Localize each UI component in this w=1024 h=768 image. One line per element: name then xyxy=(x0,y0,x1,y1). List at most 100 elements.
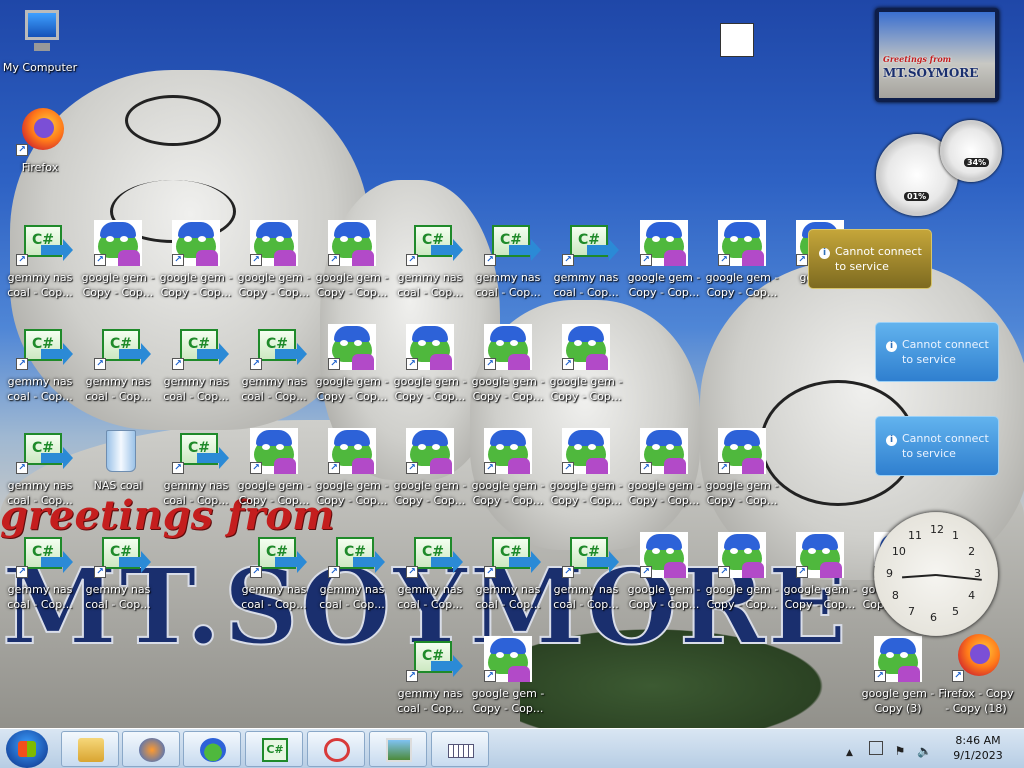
folder-icon xyxy=(78,738,104,762)
csharp-app-icon: C# ↗ xyxy=(15,322,73,372)
desktop-icon[interactable]: ↗ google gem - Copy - Cop... xyxy=(468,634,548,728)
flag-icon[interactable]: ⚑ xyxy=(895,744,906,758)
desktop-icon-label: gemmy nas coal - Cop... xyxy=(163,375,229,403)
desktop-icon-label: gemmy nas coal - Cop... xyxy=(7,375,73,403)
pepe-icon: ↗ xyxy=(795,530,845,580)
desktop-icon[interactable]: ↗ google gem - Copy - Cop... xyxy=(78,218,158,318)
csharp-app-icon: C# ↗ xyxy=(171,322,229,372)
desktop-icon[interactable]: ↗ google gem - Copy - Cop... xyxy=(780,530,860,630)
desktop-icon[interactable]: C# ↗ gemmy nas coal - Cop... xyxy=(390,218,470,318)
desktop-icon[interactable]: ↗ google gem - Copy - Cop... xyxy=(234,426,314,526)
taskbar-button-media-player[interactable] xyxy=(122,731,180,767)
desktop-icon[interactable]: ↗ google gem - Copy (3) xyxy=(858,634,938,728)
desktop-icon[interactable]: ↗ Firefox - Copy - Copy (18) xyxy=(936,634,1016,728)
desktop-icon-label: google gem - Copy - Cop... xyxy=(315,375,389,403)
desktop-icon[interactable]: My Computer xyxy=(0,8,80,108)
desktop-icon[interactable]: C# ↗ gemmy nas coal - Cop... xyxy=(390,530,470,630)
desktop-icon[interactable]: ↗ google gem - Copy - Cop... xyxy=(702,218,782,318)
desktop-icon[interactable]: ↗ google gem - Copy - Cop... xyxy=(624,530,704,630)
desktop-icon[interactable]: C# ↗ gemmy nas coal - Cop... xyxy=(546,218,626,318)
desktop-icon[interactable] xyxy=(695,18,775,118)
desktop-icon[interactable]: C# ↗ gemmy nas coal - Cop... xyxy=(468,530,548,630)
desktop-icon[interactable]: ↗ google gem - Copy - Cop... xyxy=(468,322,548,422)
desktop-icon[interactable]: ↗ google gem - Copy - Cop... xyxy=(546,426,626,526)
csharp-app-icon: C# ↗ xyxy=(249,530,307,580)
pepe-icon xyxy=(200,738,226,762)
taskbar-button-file-explorer[interactable] xyxy=(61,731,119,767)
desktop-icon[interactable]: ↗ google gem - Copy - Cop... xyxy=(624,218,704,318)
desktop-icon[interactable]: ↗ google gem - Copy - Cop... xyxy=(312,322,392,422)
desktop-icon-label: g xyxy=(1014,686,1024,701)
desktop-icon-label: NAS coal xyxy=(93,479,143,492)
show-hidden-icons-button[interactable]: ▲ xyxy=(846,748,853,758)
scissors-icon xyxy=(324,738,350,762)
pepe-icon: ↗ xyxy=(249,426,299,476)
desktop-icon[interactable]: ↗ Firefox xyxy=(0,108,80,208)
desktop-icon-label: google gem - Copy - Cop... xyxy=(315,271,389,299)
desktop-icon[interactable]: C# ↗ gemmy nas coal - Cop... xyxy=(78,530,158,630)
desktop-icon-label: google gem - Copy - Cop... xyxy=(81,271,155,299)
desktop-icon-label: gemmy nas coal - Cop... xyxy=(163,479,229,507)
desktop-icon[interactable]: ↗ google gem - Copy - Cop... xyxy=(624,426,704,526)
pepe-icon: ↗ xyxy=(483,322,533,372)
taskbar-button-csharp-app[interactable]: C# xyxy=(245,731,303,767)
desktop-icon[interactable]: C# ↗ gemmy nas coal - Cop... xyxy=(78,322,158,422)
csharp-app-icon: C# ↗ xyxy=(483,530,541,580)
taskbar-button-keyboard[interactable] xyxy=(431,731,489,767)
desktop-icon[interactable]: C# ↗ gemmy nas coal - Cop... xyxy=(0,426,80,526)
desktop-icon-label: gemmy nas coal - Cop... xyxy=(553,271,619,299)
cpu-meter-gadget[interactable]: 01% 34% xyxy=(876,120,1002,216)
pepe-icon: ↗ xyxy=(327,426,377,476)
desktop-icon[interactable]: C# ↗ gemmy nas coal - Cop... xyxy=(234,322,314,422)
desktop-icon[interactable]: ↗ google gem - Copy - Cop... xyxy=(468,426,548,526)
csharp-app-icon: C# ↗ xyxy=(249,322,307,372)
taskbar-button-google-gem[interactable] xyxy=(183,731,241,767)
desktop-icon[interactable]: C# ↗ gemmy nas coal - Cop... xyxy=(546,530,626,630)
csharp-app-icon: C# ↗ xyxy=(171,426,229,476)
weather-gadget[interactable]: i Cannot connect to service xyxy=(808,229,932,289)
desktop-icon[interactable]: ↗ google gem - Copy - Cop... xyxy=(312,218,392,318)
desktop-icon-label: google gem - Copy - Cop... xyxy=(159,271,233,299)
desktop-icon[interactable]: C# ↗ gemmy nas coal - Cop... xyxy=(0,530,80,630)
desktop-icon[interactable]: C# ↗ gemmy nas coal - Cop... xyxy=(156,322,236,422)
desktop-icon[interactable]: C# ↗ gemmy nas coal - Cop... xyxy=(390,634,470,728)
pepe-icon: ↗ xyxy=(639,426,689,476)
desktop-icon[interactable]: NAS coal xyxy=(78,426,158,526)
notice-text: Cannot connect to service xyxy=(902,432,989,460)
pepe-icon: ↗ xyxy=(561,426,611,476)
csharp-app-icon: C# ↗ xyxy=(561,530,619,580)
desktop-icon[interactable]: ↗ google gem - Copy - Cop... xyxy=(702,426,782,526)
desktop-icon-label: gemmy nas coal - Cop... xyxy=(475,271,541,299)
desktop-icon[interactable]: ↗ google gem - Copy - Cop... xyxy=(312,426,392,526)
csharp-app-icon: C# ↗ xyxy=(93,322,151,372)
desktop-icon[interactable]: ↗ google gem - Copy - Cop... xyxy=(234,218,314,318)
desktop-icon[interactable]: ↗g xyxy=(1014,634,1024,728)
clock-number: 4 xyxy=(968,589,976,602)
desktop-icon[interactable]: ↗ google gem - Copy - Cop... xyxy=(156,218,236,318)
start-button[interactable] xyxy=(6,730,48,768)
feed-gadget[interactable]: i Cannot connect to service xyxy=(875,416,999,476)
taskbar-button-picture-viewer[interactable] xyxy=(369,731,427,767)
desktop-icon[interactable]: ↗ google gem - Copy - Cop... xyxy=(702,530,782,630)
feed-gadget[interactable]: i Cannot connect to service xyxy=(875,322,999,382)
volume-icon[interactable]: 🔈 xyxy=(917,744,932,758)
clock-tray[interactable]: 8:46 AM 9/1/2023 xyxy=(938,733,1018,763)
desktop-icon[interactable]: ↗ google gem - Copy - Cop... xyxy=(390,426,470,526)
desktop-icon[interactable]: C# ↗ gemmy nas coal - Cop... xyxy=(0,322,80,422)
desktop-icon[interactable]: C# ↗ gemmy nas coal - Cop... xyxy=(234,530,314,630)
desktop-icon[interactable]: C# ↗ gemmy nas coal - Cop... xyxy=(468,218,548,318)
desktop-icon[interactable]: C# ↗ gemmy nas coal - Cop... xyxy=(312,530,392,630)
slideshow-gadget[interactable]: Greetings from MT.SOYMORE xyxy=(875,8,999,102)
network-icon[interactable] xyxy=(868,741,883,755)
desktop-icon[interactable]: C# ↗ gemmy nas coal - Cop... xyxy=(156,426,236,526)
csharp-app-icon: C# ↗ xyxy=(15,218,73,268)
desktop-icon-label: gemmy nas coal - Cop... xyxy=(319,583,385,611)
desktop-icon[interactable]: C# ↗ gemmy nas coal - Cop... xyxy=(0,218,80,318)
clock-gadget[interactable]: 10 11 12 1 2 3 4 5 6 7 8 9 xyxy=(874,512,998,636)
taskbar-button-snipping-tool[interactable] xyxy=(307,731,365,767)
desktop-icon[interactable]: ↗ google gem - Copy - Cop... xyxy=(546,322,626,422)
desktop-icon-label: google gem - Copy - Cop... xyxy=(549,479,623,507)
desktop-icon[interactable]: ↗ google gem - Copy - Cop... xyxy=(390,322,470,422)
pepe-icon: ↗ xyxy=(93,218,143,268)
pepe-icon: ↗ xyxy=(483,634,533,684)
